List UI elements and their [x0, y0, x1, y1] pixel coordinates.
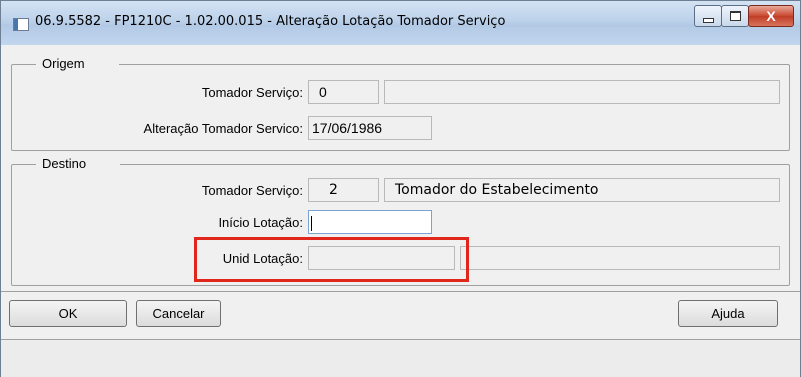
inicio-lotacao-label: Início Lotação: [218, 215, 303, 230]
title-bar[interactable]: 06.9.5582 - FP1210C - 1.02.00.015 - Alte… [1, 1, 800, 45]
inicio-lotacao-input[interactable] [308, 210, 432, 234]
destino-legend: Destino [36, 156, 121, 172]
app-icon[interactable] [13, 18, 29, 31]
origem-tomador-name-field[interactable] [384, 80, 780, 104]
maximize-icon [729, 11, 741, 21]
caption-buttons: X [694, 5, 794, 27]
window-title: 06.9.5582 - FP1210C - 1.02.00.015 - Alte… [35, 14, 506, 29]
cancel-button[interactable]: Cancelar [136, 300, 221, 327]
alteracao-date-field[interactable]: 17/06/1986 [308, 116, 432, 140]
button-area-separator [1, 291, 800, 292]
text-caret [311, 215, 312, 231]
alteracao-tomador-label: Alteração Tomador Servico: [143, 121, 303, 136]
maximize-button[interactable] [721, 5, 749, 27]
dialog-window: 06.9.5582 - FP1210C - 1.02.00.015 - Alte… [0, 0, 801, 377]
destino-tomador-code-field[interactable]: 2 [308, 178, 379, 202]
origem-tomador-label: Tomador Serviço: [201, 85, 303, 100]
unid-lotacao-name-field[interactable] [460, 246, 780, 270]
destino-tomador-label: Tomador Serviço: [201, 183, 303, 198]
help-button[interactable]: Ajuda [678, 300, 778, 327]
close-button[interactable]: X [748, 5, 794, 27]
close-icon: X [766, 8, 776, 24]
ok-button[interactable]: OK [9, 300, 127, 327]
destino-tomador-name-field[interactable]: Tomador do Estabelecimento [384, 178, 780, 202]
highlight-box [194, 237, 469, 282]
status-bar [1, 339, 800, 377]
minimize-button[interactable] [694, 5, 722, 27]
minimize-icon [702, 17, 714, 23]
origem-legend: Origem [36, 56, 119, 72]
origem-tomador-code-field[interactable]: 0 [308, 80, 379, 104]
